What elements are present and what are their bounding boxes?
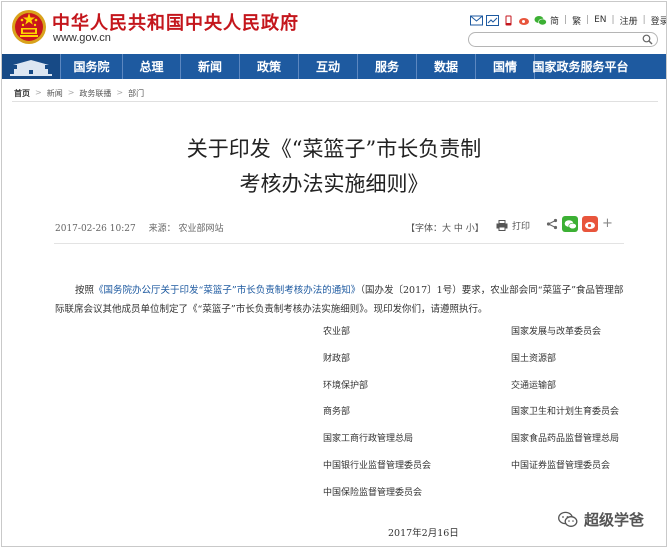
watermark: 超级学爸 — [558, 509, 644, 530]
site-header: 中华人民共和国中央人民政府 www.gov.cn 简 | 繁 | EN | 注册… — [2, 2, 666, 52]
weibo-share-icon[interactable] — [582, 216, 598, 232]
separator: | — [564, 15, 568, 25]
recipient: 国家工商行政管理总局 — [323, 434, 414, 445]
wechat-logo-icon — [558, 511, 578, 527]
wechat-icon[interactable] — [534, 15, 547, 26]
nav-item-service-platform[interactable]: 国家政务服务平台 — [533, 54, 629, 79]
article-meta: 2017-02-26 10:27 来源： 农业部网站 — [55, 221, 223, 234]
source-name: 农业部网站 — [178, 224, 224, 234]
nav-item-premier[interactable]: 总理 — [122, 54, 180, 79]
lang-simplified-link[interactable]: 简 — [550, 14, 559, 27]
recipient: 国土资源部 — [511, 353, 557, 364]
site-url: www.gov.cn — [53, 32, 111, 44]
print-label: 打印 — [512, 222, 531, 232]
article-body-paragraph: 按照《国务院办公厅关于印发“菜篮子”市长负责制考核办法的通知》（国办发〔2017… — [55, 281, 625, 319]
source-label: 来源： — [148, 224, 176, 234]
wechat-share-icon[interactable] — [562, 216, 578, 232]
recipient: 国家食品药品监督管理总局 — [511, 434, 620, 445]
sign-date: 2017年2月16日 — [388, 528, 459, 539]
nav-item-policy[interactable]: 政策 — [239, 54, 298, 79]
recipient: 农业部 — [323, 327, 351, 337]
recipient: 中国保险监督管理委员会 — [323, 487, 423, 498]
mobile-icon[interactable] — [502, 15, 515, 26]
chart-icon[interactable] — [486, 14, 499, 26]
recipients-right-column: 国家发展与改革委员会 国土资源部 交通运输部 国家卫生和计划生育委员会 国家食品… — [511, 324, 619, 485]
paragraph-prefix: 按照 — [75, 285, 95, 296]
nav-item-news[interactable]: 新闻 — [180, 54, 239, 79]
top-links: 简 | 繁 | EN | 注册 | 登录 — [470, 12, 666, 28]
recipient: 国家发展与改革委员会 — [511, 327, 602, 337]
publish-date: 2017-02-26 10:27 — [55, 224, 136, 234]
separator: | — [642, 15, 646, 25]
page-frame: 中华人民共和国中央人民政府 www.gov.cn 简 | 繁 | EN | 注册… — [1, 1, 667, 547]
breadcrumb-gov-broadcast[interactable]: 政务联播 — [79, 88, 111, 99]
recipients-left-column: 农业部 财政部 环境保护部 商务部 国家工商行政管理总局 中国银行业监督管理委员… — [323, 324, 431, 512]
nav-item-national-info[interactable]: 国情 — [475, 54, 534, 79]
notice-link[interactable]: 《国务院办公厅关于印发“菜篮子”市长负责制考核办法的通知》 — [94, 285, 360, 296]
weibo-icon[interactable] — [518, 15, 531, 26]
share-bar: + — [546, 216, 613, 232]
share-icon[interactable] — [546, 218, 558, 230]
login-link[interactable]: 登录 — [651, 14, 666, 27]
breadcrumb: 首页 > 新闻 > 政务联播 > 部门 — [14, 88, 144, 99]
recipient: 国家卫生和计划生育委员会 — [511, 407, 620, 418]
national-emblem-icon[interactable] — [11, 8, 47, 46]
mail-icon[interactable] — [470, 15, 483, 26]
breadcrumb-home[interactable]: 首页 — [14, 88, 30, 99]
nav-item-state-council[interactable]: 国务院 — [60, 54, 122, 79]
lang-traditional-link[interactable]: 繁 — [572, 14, 581, 27]
recipient: 中国银行业监督管理委员会 — [323, 460, 432, 471]
recipient: 交通运输部 — [511, 380, 557, 391]
nav-item-interaction[interactable]: 互动 — [298, 54, 357, 79]
nav-item-services[interactable]: 服务 — [357, 54, 416, 79]
font-size-control[interactable]: 【字体：大 中 小】 — [406, 221, 484, 234]
divider — [12, 101, 658, 102]
main-nav: 国务院 总理 新闻 政策 互动 服务 数据 国情 国家政务服务平台 — [2, 54, 666, 79]
nav-item-data[interactable]: 数据 — [416, 54, 475, 79]
breadcrumb-separator: > — [67, 88, 75, 97]
search-icon[interactable] — [642, 34, 653, 45]
register-link[interactable]: 注册 — [620, 14, 638, 27]
search-input[interactable] — [468, 32, 658, 47]
tiananmen-icon — [10, 60, 52, 76]
separator: | — [586, 15, 590, 25]
print-button[interactable]: 打印 — [496, 219, 530, 232]
article-title-line1: 关于印发《“菜篮子”市长负责制 — [186, 137, 482, 161]
breadcrumb-news[interactable]: 新闻 — [47, 88, 63, 99]
recipient: 中国证券监督管理委员会 — [511, 460, 611, 471]
printer-icon — [496, 220, 508, 231]
divider — [54, 243, 624, 244]
lang-english-link[interactable]: EN — [594, 15, 606, 25]
watermark-text: 超级学爸 — [584, 511, 645, 529]
separator: | — [611, 15, 615, 25]
article-title-line2: 考核办法实施细则》 — [239, 172, 429, 196]
more-share-icon[interactable]: + — [602, 217, 613, 230]
breadcrumb-departments[interactable]: 部门 — [128, 88, 144, 99]
recipient: 财政部 — [323, 353, 351, 364]
recipient: 商务部 — [323, 407, 351, 418]
recipient: 环境保护部 — [323, 380, 369, 391]
breadcrumb-separator: > — [35, 88, 42, 97]
home-nav-icon[interactable] — [2, 54, 60, 79]
breadcrumb-separator: > — [116, 88, 124, 97]
